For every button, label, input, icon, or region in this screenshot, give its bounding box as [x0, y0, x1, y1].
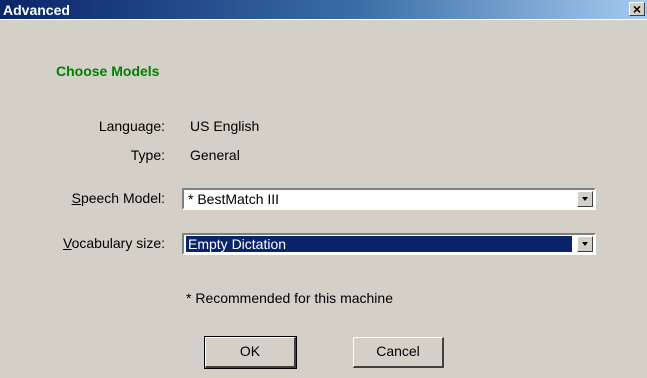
vocabulary-size-label: Vocabulary size: [63, 235, 165, 251]
chevron-down-icon [582, 242, 588, 246]
speech-model-dropdown[interactable]: * BestMatch III [182, 188, 596, 210]
type-value: General [190, 147, 240, 163]
language-value: US English [190, 118, 260, 134]
cancel-button[interactable]: Cancel [353, 337, 444, 368]
speech-model-value: * BestMatch III [188, 191, 280, 207]
window-title: Advanced [3, 2, 70, 18]
speech-model-label-text: peech Model: [80, 190, 165, 206]
speech-model-label: Speech Model: [72, 190, 165, 206]
close-icon: × [632, 1, 642, 17]
vocabulary-size-label-text: ocabulary size: [71, 235, 165, 251]
recommendation-note: * Recommended for this machine [186, 290, 393, 306]
vocabulary-size-value: Empty Dictation [186, 236, 572, 252]
chevron-down-icon [582, 197, 588, 201]
speech-model-accel: S [71, 190, 81, 206]
ok-button[interactable]: OK [204, 336, 297, 369]
vocabulary-size-dropdown-button[interactable] [577, 236, 593, 252]
title-bar: Advanced × [0, 0, 647, 20]
language-label: Language: [98, 118, 165, 134]
vocabulary-size-dropdown[interactable]: Empty Dictation [182, 233, 596, 255]
speech-model-dropdown-button[interactable] [577, 191, 593, 207]
close-button[interactable]: × [629, 2, 645, 16]
vocabulary-size-accel: V [63, 235, 72, 251]
type-label: Type: [130, 147, 165, 163]
section-heading: Choose Models [56, 63, 160, 79]
